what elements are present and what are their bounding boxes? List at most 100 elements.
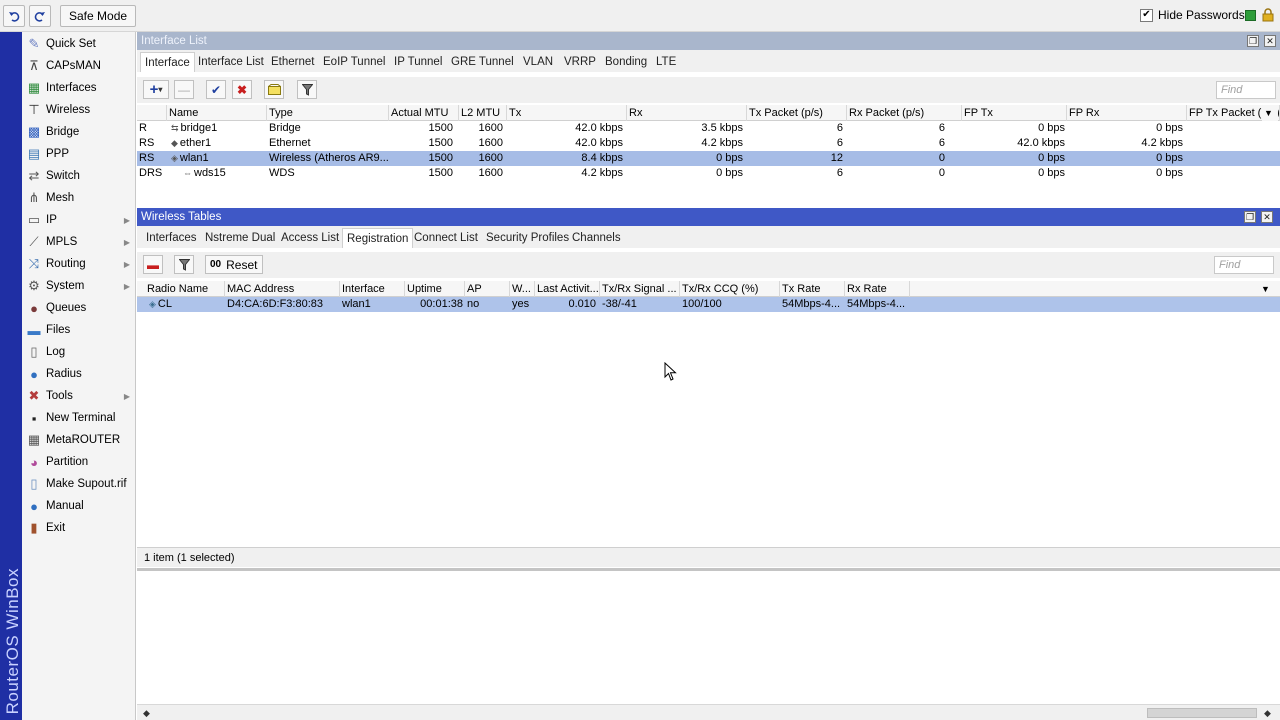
tab-access-list[interactable]: Access List: [277, 228, 343, 248]
column-header[interactable]: Actual MTU: [389, 105, 459, 121]
tab-eoip-tunnel[interactable]: EoIP Tunnel: [319, 52, 389, 72]
table-row[interactable]: ◈ CL D4:CA:6D:F3:80:83 wlan1 00:01:38 no yes 0.…: [137, 297, 1280, 312]
sidebar-item-queues[interactable]: ● Queues: [22, 297, 136, 319]
tab-interfaces[interactable]: Interfaces: [142, 228, 201, 248]
sidebar-item-system[interactable]: ⚙ System ▶: [22, 275, 136, 297]
scroll-right-icon[interactable]: ◆: [1264, 708, 1271, 719]
table-row[interactable]: RS Wireless (Atheros AR9... 1500 1600 8.4 kb…: [137, 151, 1280, 166]
column-header[interactable]: Radio Name: [145, 281, 225, 297]
column-header[interactable]: FP Rx: [1067, 105, 1187, 121]
wireless-tables-titlebar[interactable]: Wireless Tables ❐ ✕: [137, 208, 1280, 226]
add-button[interactable]: + ▾: [143, 80, 169, 99]
interface-table-header: Name Type Actual MTU L2 MTU Tx Rx Tx Packet (p…: [137, 105, 1280, 121]
sidebar-item-capsman[interactable]: ⊼ CAPsMAN: [22, 55, 136, 77]
tab-nstreme-dual[interactable]: Nstreme Dual: [201, 228, 279, 248]
sidebar-item-manual[interactable]: ● Manual: [22, 495, 136, 517]
sidebar-item-new-terminal[interactable]: ▪ New Terminal: [22, 407, 136, 429]
close-icon[interactable]: ✕: [1264, 35, 1276, 47]
column-header[interactable]: FP Tx: [962, 105, 1067, 121]
column-header[interactable]: Tx: [507, 105, 627, 121]
sidebar-item-bridge[interactable]: ▩ Bridge: [22, 121, 136, 143]
sidebar-item-routing[interactable]: ⤨ Routing ▶: [22, 253, 136, 275]
scroll-thumb[interactable]: [1147, 708, 1257, 718]
sidebar-item-metarouter[interactable]: ▦ MetaROUTER: [22, 429, 136, 451]
safe-mode-button[interactable]: Safe Mode: [60, 5, 137, 27]
registration-radio-name-cell: ◈ CL: [147, 297, 225, 312]
column-header[interactable]: Tx Rate: [780, 281, 845, 297]
tab-connect-list[interactable]: Connect List: [410, 228, 482, 248]
sidebar-item-switch[interactable]: ⇄ Switch: [22, 165, 136, 187]
sidebar-item-mpls[interactable]: ⟋ MPLS ▶: [22, 231, 136, 253]
horizontal-scrollbar[interactable]: ◆ ◆: [137, 704, 1280, 720]
filter-button[interactable]: [297, 80, 317, 99]
column-header[interactable]: Type: [267, 105, 389, 121]
disable-button[interactable]: ✖: [232, 80, 252, 99]
sidebar-item-ip[interactable]: ▭ IP ▶: [22, 209, 136, 231]
remove-registration-button[interactable]: ▬: [143, 255, 163, 274]
enable-button[interactable]: ✔: [206, 80, 226, 99]
tab-channels[interactable]: Channels: [568, 228, 625, 248]
sidebar-item-mesh[interactable]: ⋔ Mesh: [22, 187, 136, 209]
sidebar-item-wireless[interactable]: ⊤ Wireless: [22, 99, 136, 121]
restore-icon[interactable]: ❐: [1247, 35, 1259, 47]
sidebar-item-tools[interactable]: ✖ Tools ▶: [22, 385, 136, 407]
tab-vrrp[interactable]: VRRP: [560, 52, 600, 72]
wireless-restore-icon[interactable]: ❐: [1244, 211, 1256, 223]
column-header[interactable]: Name: [167, 105, 267, 121]
interface-list-titlebar[interactable]: Interface List ❐ ✕: [137, 32, 1280, 50]
tab-ethernet[interactable]: Ethernet: [267, 52, 318, 72]
tab-lte[interactable]: LTE: [652, 52, 680, 72]
column-header[interactable]: Tx/Rx Signal ...: [600, 281, 680, 297]
tab-vlan[interactable]: VLAN: [519, 52, 557, 72]
sidebar-item-partition[interactable]: ◕ Partition: [22, 451, 136, 473]
sidebar-item-exit[interactable]: ▮ Exit: [22, 517, 136, 539]
wireless-close-icon[interactable]: ✕: [1261, 211, 1273, 223]
interface-flags: RS: [139, 152, 155, 164]
sidebar-item-radius[interactable]: ● Radius: [22, 363, 136, 385]
sidebar-item-interfaces[interactable]: ▦ Interfaces: [22, 77, 136, 99]
registration-find-input[interactable]: Find: [1214, 256, 1274, 274]
tab-registration[interactable]: Registration: [342, 228, 414, 248]
column-header[interactable]: L2 MTU: [459, 105, 507, 121]
column-header[interactable]: [137, 105, 167, 121]
undo-button[interactable]: [3, 5, 25, 27]
column-header[interactable]: Tx Packet (p/s): [747, 105, 847, 121]
table-row[interactable]: R Bridge 1500 1600 42.0 kbps 3.5 kbps 6 6 0 bps 0…: [137, 121, 1280, 136]
comment-button[interactable]: [264, 80, 284, 99]
column-header[interactable]: W...: [510, 281, 535, 297]
redo-button[interactable]: [29, 5, 51, 27]
column-header[interactable]: MAC Address: [225, 281, 340, 297]
column-header[interactable]: AP: [465, 281, 510, 297]
tab-interface[interactable]: Interface: [140, 52, 195, 72]
sidebar-item-ppp[interactable]: ▤ PPP: [22, 143, 136, 165]
column-header[interactable]: Rx: [627, 105, 747, 121]
column-header[interactable]: Tx/Rx CCQ (%): [680, 281, 780, 297]
column-chooser-icon[interactable]: ▼: [1259, 281, 1277, 297]
sidebar-item-quick-set[interactable]: ✎ Quick Set: [22, 33, 136, 55]
tab-security-profiles[interactable]: Security Profiles: [482, 228, 573, 248]
hide-passwords-toggle[interactable]: ✔ Hide Passwords: [1140, 8, 1245, 22]
table-row[interactable]: DRS WDS 1500 1600 4.2 kbps 0 bps 6 0 0 bps 0 bps ⇔…: [137, 166, 1280, 181]
wireless-filter-button[interactable]: [174, 255, 194, 274]
hide-passwords-checkbox[interactable]: ✔: [1140, 8, 1153, 22]
remove-button[interactable]: —: [174, 80, 194, 99]
tab-gre-tunnel[interactable]: GRE Tunnel: [447, 52, 518, 72]
column-chooser-icon[interactable]: ▼: [1262, 105, 1278, 121]
interface-find-input[interactable]: Find: [1216, 81, 1276, 99]
table-row[interactable]: RS Ethernet 1500 1600 42.0 kbps 4.2 kbps 6 6 42.…: [137, 136, 1280, 151]
column-header[interactable]: Uptime: [405, 281, 465, 297]
reset-button[interactable]: 00 Reset: [205, 255, 263, 274]
tab-ip-tunnel[interactable]: IP Tunnel: [390, 52, 446, 72]
sidebar-item-files[interactable]: ▬ Files: [22, 319, 136, 341]
sidebar-item-label: New Terminal: [46, 412, 116, 424]
sidebar-item-log[interactable]: ▯ Log: [22, 341, 136, 363]
scroll-left-icon[interactable]: ◆: [143, 708, 150, 719]
column-header[interactable]: Rx Packet (p/s): [847, 105, 962, 121]
tab-bonding[interactable]: Bonding: [601, 52, 651, 72]
tab-interface-list[interactable]: Interface List: [194, 52, 268, 72]
column-header[interactable]: Rx Rate: [845, 281, 910, 297]
column-header[interactable]: Interface: [340, 281, 405, 297]
sidebar-item-make-supout-rif[interactable]: ▯ Make Supout.rif: [22, 473, 136, 495]
column-header[interactable]: Last Activit...: [535, 281, 600, 297]
bridge-icon: ▩: [27, 124, 41, 139]
